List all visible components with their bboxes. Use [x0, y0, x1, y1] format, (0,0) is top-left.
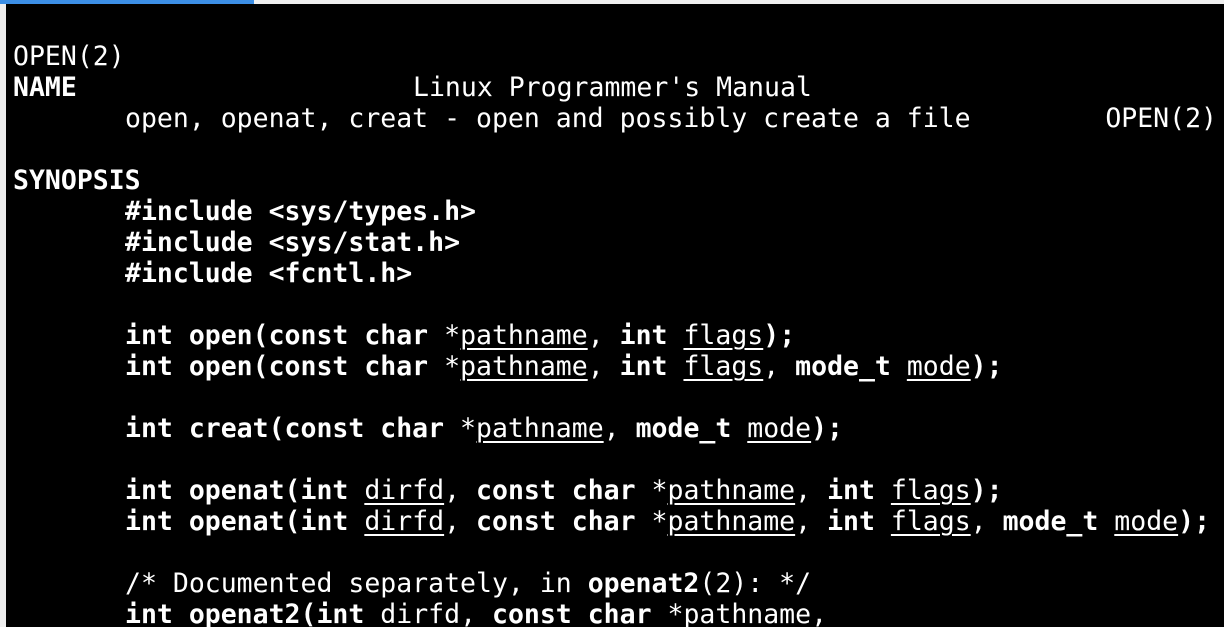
- code-keyword: );: [970, 351, 1003, 382]
- parameter-name: pathname: [460, 351, 588, 382]
- code-text: ,: [587, 320, 620, 351]
- code-keyword: const char: [476, 506, 652, 537]
- terminal[interactable]: OPEN(2) Linux Programmer's Manual OPEN(2…: [6, 4, 1224, 627]
- code-text: *: [444, 320, 461, 351]
- synopsis-line-open-flags-mode: int open(const char *pathname, int flags…: [13, 351, 1003, 382]
- code-keyword: );: [1178, 506, 1211, 537]
- synopsis-line-blank: [13, 382, 125, 413]
- header-center: Linux Programmer's Manual: [413, 72, 812, 103]
- name-heading: NAME: [13, 72, 77, 103]
- code-keyword: const char: [491, 599, 668, 627]
- code-text: *: [667, 599, 684, 627]
- parameter-name: flags: [890, 506, 971, 537]
- code-text: /* Documented separately, in: [125, 568, 588, 599]
- code-text: ,: [460, 599, 492, 627]
- code-text: ,: [811, 599, 828, 627]
- code-keyword: int openat(int: [125, 506, 365, 537]
- code-text: ,: [603, 413, 636, 444]
- code-text: ,: [795, 475, 828, 506]
- parameter-name: flags: [683, 320, 764, 351]
- include-fcntl: #include <fcntl.h>: [125, 258, 413, 289]
- synopsis-line-openat2: int openat2(int dirfd, const char *pathn…: [13, 599, 827, 627]
- header-left: OPEN(2): [13, 41, 125, 72]
- synopsis-line-openat2-comment: /* Documented separately, in openat2(2):…: [13, 568, 811, 599]
- synopsis-line-openat-flags: int openat(int dirfd, const char *pathna…: [13, 475, 1003, 506]
- synopsis-line-creat: int creat(const char *pathname, mode_t m…: [13, 413, 843, 444]
- window: OPEN(2) Linux Programmer's Manual OPEN(2…: [0, 0, 1224, 627]
- parameter-name: pathname: [683, 599, 812, 627]
- code-keyword: int: [619, 320, 684, 351]
- code-text: *: [460, 413, 477, 444]
- parameter-name: mode: [906, 351, 971, 382]
- synopsis-line-openat-flags-mode: int openat(int dirfd, const char *pathna…: [13, 506, 1210, 537]
- code-keyword: int: [827, 475, 891, 506]
- synopsis-line-blank: [13, 444, 125, 475]
- include-sys-stat: #include <sys/stat.h>: [125, 227, 461, 258]
- synopsis-heading: SYNOPSIS: [13, 165, 141, 196]
- parameter-name: pathname: [667, 506, 796, 537]
- code-keyword: mode_t: [795, 351, 907, 382]
- parameter-name: dirfd: [364, 506, 445, 537]
- code-text: ,: [970, 506, 1003, 537]
- synopsis-line-blank: [13, 537, 125, 568]
- code-keyword: int open(const char: [125, 351, 445, 382]
- code-keyword: const char: [476, 475, 652, 506]
- synopsis-line-open-flags: int open(const char *pathname, int flags…: [13, 320, 795, 351]
- code-text: *: [651, 475, 668, 506]
- code-text: (2): */: [699, 568, 812, 599]
- code-keyword: );: [763, 320, 796, 351]
- code-keyword: int open(const char: [125, 320, 445, 351]
- code-keyword: openat2: [587, 568, 700, 599]
- parameter-name: dirfd: [380, 599, 461, 627]
- parameter-name: mode: [1114, 506, 1179, 537]
- code-keyword: int: [827, 506, 891, 537]
- code-text: *: [444, 351, 461, 382]
- parameter-name: pathname: [667, 475, 796, 506]
- code-text: ,: [795, 506, 828, 537]
- code-text: ,: [763, 351, 796, 382]
- code-text: ,: [587, 351, 620, 382]
- parameter-name: pathname: [460, 320, 588, 351]
- code-keyword: mode_t: [1002, 506, 1115, 537]
- code-keyword: int openat(int: [125, 475, 365, 506]
- parameter-name: dirfd: [364, 475, 445, 506]
- man-header: OPEN(2) Linux Programmer's Manual OPEN(2…: [13, 10, 1217, 134]
- code-text: *: [651, 506, 668, 537]
- parameter-name: flags: [683, 351, 764, 382]
- parameter-name: pathname: [476, 413, 604, 444]
- code-text: ,: [444, 506, 477, 537]
- code-keyword: );: [970, 475, 1003, 506]
- parameter-name: flags: [890, 475, 971, 506]
- code-keyword: );: [811, 413, 844, 444]
- code-keyword: int creat(const char: [125, 413, 461, 444]
- parameter-name: mode: [747, 413, 812, 444]
- header-right: OPEN(2): [1105, 103, 1217, 134]
- name-description: open, openat, creat - open and possibly …: [125, 103, 971, 134]
- code-text: ,: [444, 475, 477, 506]
- code-keyword: int: [619, 351, 684, 382]
- code-keyword: int openat2(int: [125, 599, 381, 627]
- code-keyword: mode_t: [635, 413, 748, 444]
- include-sys-types: #include <sys/types.h>: [125, 196, 476, 227]
